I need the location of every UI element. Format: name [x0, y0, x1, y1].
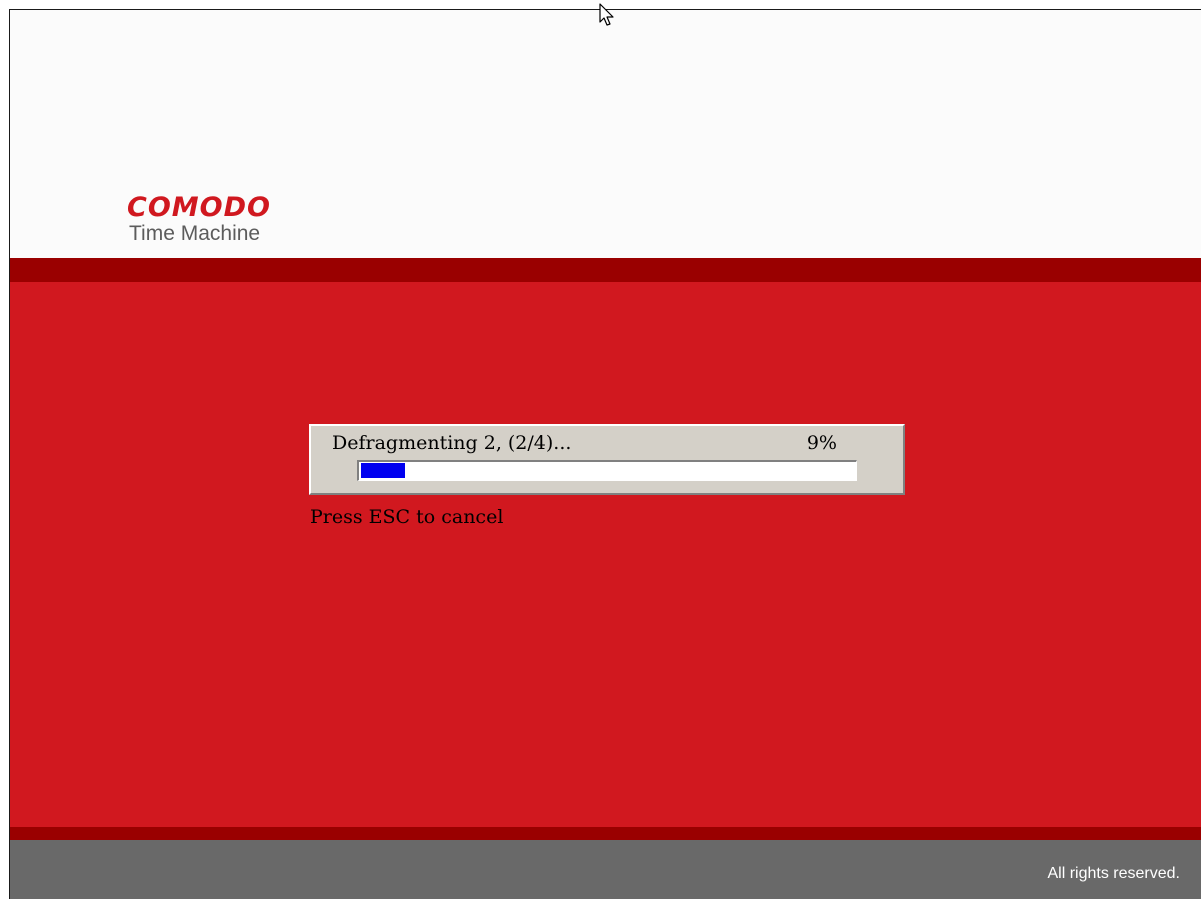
copyright-text: All rights reserved.: [1047, 865, 1181, 882]
comodo-logo: COMODO Time Machine: [127, 194, 271, 246]
cancel-hint: Press ESC to cancel: [310, 506, 504, 528]
screen: COMODO Time Machine All rights reserved.…: [0, 0, 1201, 899]
header-divider-band: [10, 258, 1201, 282]
footer: All rights reserved.: [10, 840, 1201, 899]
progress-bar: [357, 460, 857, 481]
mouse-pointer-icon: [599, 3, 614, 26]
header: COMODO Time Machine: [10, 10, 1201, 259]
progress-dialog: Defragmenting 2, (2/4)... 9%: [309, 424, 905, 495]
progress-status-text: Defragmenting 2, (2/4)...: [332, 432, 572, 454]
progress-percent: 9%: [806, 432, 837, 454]
product-name: Time Machine: [129, 222, 261, 245]
boot-window: COMODO Time Machine All rights reserved.…: [9, 9, 1201, 899]
brand-name: COMODO: [127, 192, 271, 223]
main-panel: [10, 282, 1201, 828]
progress-bar-fill: [361, 463, 405, 478]
footer-divider-band: [10, 827, 1201, 840]
